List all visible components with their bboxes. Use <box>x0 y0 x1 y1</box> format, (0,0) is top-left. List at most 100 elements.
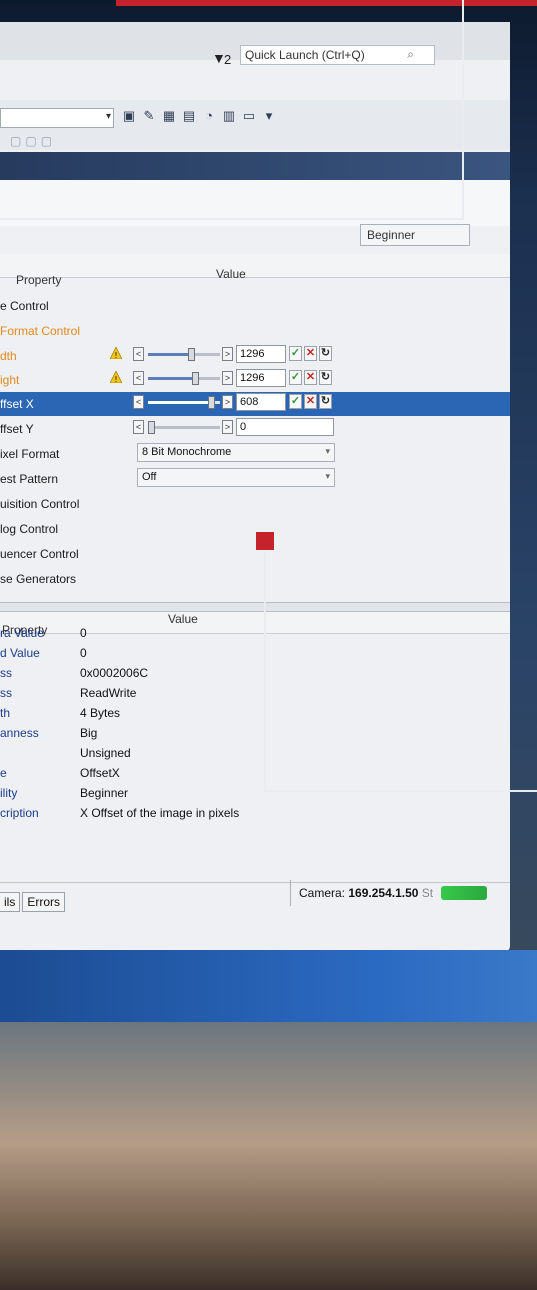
pixel-format-value: 8 Bit Monochrome <box>142 446 232 458</box>
feature-row[interactable]: uencer Control <box>0 542 510 566</box>
details-value: ReadWrite <box>80 686 137 700</box>
cancel-icon[interactable]: ✕ <box>304 370 317 385</box>
calendar-icon[interactable]: ▦ <box>162 108 176 124</box>
bottom-tabs: ils Errors <box>0 892 66 912</box>
disabled-icon-2: ▢ <box>25 134 37 148</box>
disabled-icon-1: ▢ <box>10 134 22 148</box>
slider-thumb[interactable] <box>188 348 195 361</box>
feature-row[interactable]: Format Control <box>0 319 510 343</box>
details-label: d Value <box>0 646 40 660</box>
feature-row-offset-y[interactable]: ffset Y < > 0 <box>0 417 510 441</box>
dropdown-icon[interactable]: ▾ <box>262 108 276 124</box>
quick-launch-input[interactable]: Quick Launch (Ctrl+Q) ⌕ <box>240 45 435 65</box>
feature-label: dth <box>0 349 17 363</box>
chevron-down-icon: ▾ <box>105 111 111 122</box>
details-label: ss <box>0 686 12 700</box>
cancel-icon[interactable]: ✕ <box>304 394 317 409</box>
apply-icon[interactable]: ✓ <box>289 346 302 361</box>
feature-row-test-pattern[interactable]: est Pattern Off ▾ <box>0 467 510 491</box>
quick-launch-placeholder: Quick Launch (Ctrl+Q) <box>245 48 365 62</box>
slider-thumb[interactable] <box>192 372 199 385</box>
slider-thumb[interactable] <box>208 396 215 409</box>
details-row: ss ReadWrite <box>0 686 510 706</box>
pixel-format-select[interactable]: 8 Bit Monochrome ▾ <box>137 443 335 462</box>
panel-separator <box>0 152 510 180</box>
feature-label: log Control <box>0 522 59 536</box>
details-row: e OffsetX <box>0 766 510 786</box>
details-value: Beginner <box>80 786 129 800</box>
decrement-button[interactable]: < <box>133 347 144 361</box>
feature-row-width[interactable]: dth ! < > 1296 ✓ ✕ ↻ <box>0 344 510 368</box>
details-row: d Value 0 <box>0 646 510 666</box>
refresh-icon[interactable]: ↻ <box>319 346 332 361</box>
decrement-button[interactable]: < <box>133 395 144 409</box>
configuration-combo[interactable]: ▾ <box>0 108 114 128</box>
slider-thumb[interactable] <box>148 421 155 434</box>
details-value: 4 Bytes <box>80 706 121 720</box>
tab-errors[interactable]: Errors <box>22 892 66 912</box>
panel-band <box>0 180 510 226</box>
width-slider[interactable] <box>148 348 220 361</box>
camera-ip: 169.254.1.50 <box>348 886 419 900</box>
value-column-header: Value <box>216 267 246 281</box>
window-icon[interactable]: ▣ <box>122 108 136 124</box>
increment-button[interactable]: > <box>222 347 233 361</box>
test-pattern-select[interactable]: Off ▾ <box>137 468 335 487</box>
apply-icon[interactable]: ✓ <box>289 394 302 409</box>
grid-icon[interactable]: ▥ <box>222 108 236 124</box>
toolbar: ▾ ▣ ✎ ▦ ▤ ◔ ▥ ▭ ▾ ▢ ▢ ▢ <box>0 100 510 150</box>
panel-splitter[interactable] <box>0 602 510 612</box>
feature-row[interactable]: log Control <box>0 517 510 541</box>
accent-bar <box>116 0 537 6</box>
warning-icon: ! <box>109 346 123 360</box>
offset-x-value-input[interactable]: 608 <box>236 393 286 411</box>
feature-row-height[interactable]: ight ! < > 1296 ✓ ✕ ↻ <box>0 368 510 392</box>
feature-label: ight <box>0 373 20 387</box>
folder-icon[interactable]: ▤ <box>182 108 196 124</box>
offset-y-value-input[interactable]: 0 <box>236 418 334 436</box>
apply-icon[interactable]: ✓ <box>289 370 302 385</box>
tab-details[interactable]: ils <box>0 892 21 912</box>
camera-state: St <box>421 886 434 900</box>
toolbar-icons: ▣ ✎ ▦ ▤ ◔ ▥ ▭ ▾ <box>122 108 276 124</box>
pie-chart-icon[interactable]: ◔ <box>202 108 216 124</box>
cancel-icon[interactable]: ✕ <box>304 346 317 361</box>
details-row: Unsigned <box>0 746 510 766</box>
feature-row[interactable]: uisition Control <box>0 492 510 516</box>
feature-row-offset-x[interactable]: ffset X < > 608 ✓ ✕ ↻ <box>0 392 510 416</box>
details-value: 0 <box>80 646 87 660</box>
details-row: anness Big <box>0 726 510 746</box>
details-label: ss <box>0 666 12 680</box>
details-label: cription <box>0 806 39 820</box>
offset-x-slider[interactable] <box>148 396 220 409</box>
camera-label: Camera: <box>299 886 346 900</box>
decrement-button[interactable]: < <box>133 420 144 434</box>
feature-row[interactable]: e Control <box>0 294 510 318</box>
visibility-select[interactable]: Beginner <box>360 224 470 246</box>
feature-row[interactable]: se Generators <box>0 567 510 591</box>
feature-label: uencer Control <box>0 547 79 561</box>
height-slider[interactable] <box>148 372 220 385</box>
monitor-screen: ▼ 2 Quick Launch (Ctrl+Q) ⌕ ▾ ▣ ✎ ▦ ▤ ◔ … <box>0 22 510 952</box>
height-value-input[interactable]: 1296 <box>236 369 286 387</box>
refresh-icon[interactable]: ↻ <box>319 370 332 385</box>
increment-button[interactable]: > <box>222 420 233 434</box>
camera-status: Camera: 169.254.1.50 St <box>299 886 433 900</box>
details-value: Big <box>80 726 98 740</box>
width-value-input[interactable]: 1296 <box>236 345 286 363</box>
search-icon[interactable]: ⌕ <box>407 47 414 62</box>
refresh-icon[interactable]: ↻ <box>319 394 332 409</box>
details-label: ility <box>0 786 18 800</box>
feature-label: Format Control <box>0 324 81 338</box>
feature-row-pixel-format[interactable]: ixel Format 8 Bit Monochrome ▾ <box>0 442 510 466</box>
details-label: e <box>0 766 7 780</box>
details-row: cription X Offset of the image in pixels <box>0 806 510 826</box>
monitor-icon[interactable]: ▭ <box>242 108 256 124</box>
decrement-button[interactable]: < <box>133 371 144 385</box>
background-scene <box>0 1022 537 1290</box>
wrench-icon[interactable]: ✎ <box>142 108 156 124</box>
increment-button[interactable]: > <box>222 371 233 385</box>
increment-button[interactable]: > <box>222 395 233 409</box>
feature-label: e Control <box>0 299 49 313</box>
offset-y-slider[interactable] <box>148 421 220 434</box>
